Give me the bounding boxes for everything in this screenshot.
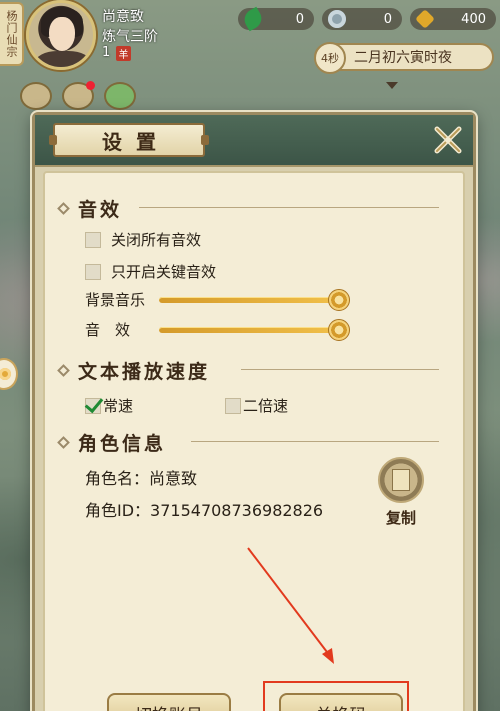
- mute-all-checkbox[interactable]: [85, 231, 101, 248]
- dropdown-arrow-icon[interactable]: [386, 82, 398, 89]
- role-id-line: 角色ID：37154708736982826: [85, 501, 324, 520]
- event-shortcut-icon[interactable]: [62, 81, 95, 110]
- jade-leaf-icon: [240, 6, 266, 32]
- speed-normal-checkbox[interactable]: [85, 397, 101, 414]
- role-name-line: 角色名：尚意致: [85, 469, 198, 488]
- title-plate: 设置: [49, 123, 209, 157]
- spirit-stone-currency[interactable]: 0: [322, 8, 402, 30]
- section-divider: [191, 441, 439, 442]
- text-speed-section-title: 文本播放速度: [57, 357, 210, 384]
- sfx-slider[interactable]: [159, 318, 350, 341]
- dialog-header: 设置: [35, 115, 473, 167]
- speed-normal-option[interactable]: 常速: [85, 395, 133, 416]
- close-button[interactable]: [429, 121, 467, 159]
- player-avatar[interactable]: [26, 0, 96, 70]
- game-time-bar[interactable]: 4秒 二月初六寅时夜: [314, 42, 494, 74]
- player-rank: 炼气三阶: [102, 29, 158, 45]
- switch-account-button[interactable]: 切换账号: [107, 693, 231, 711]
- notification-dot-icon: [86, 81, 95, 90]
- bgm-label: 背景音乐: [85, 291, 146, 309]
- gold-value: 400: [461, 11, 486, 27]
- speed-double-checkbox[interactable]: [225, 397, 241, 414]
- sfx-slider-knob[interactable]: [328, 318, 350, 341]
- settings-shortcut-icon[interactable]: [20, 82, 52, 110]
- copy-id-button[interactable]: 复制: [373, 457, 429, 529]
- speed-double-option[interactable]: 二倍速: [225, 395, 288, 416]
- copy-label: 复制: [385, 509, 416, 527]
- pet-shortcut-icon[interactable]: [104, 82, 136, 110]
- dialog-title: 设置: [102, 129, 170, 154]
- diamond-bullet-icon: [57, 436, 70, 449]
- hud-shortcut-icons: [20, 81, 136, 110]
- bgm-slider-row: 背景音乐: [85, 288, 350, 311]
- sfx-label: 音 效: [85, 321, 131, 339]
- close-icon: [434, 126, 462, 154]
- countdown-timer: 4秒: [314, 42, 346, 74]
- player-level: 1: [102, 45, 111, 60]
- copy-scroll-icon: [378, 457, 424, 503]
- sect-tag[interactable]: 杨门仙宗: [0, 2, 24, 66]
- jade-currency[interactable]: 0: [238, 6, 314, 32]
- role-section-title: 角色信息: [57, 429, 166, 456]
- key-sound-checkbox[interactable]: [85, 263, 101, 280]
- mute-all-option[interactable]: 关闭所有音效: [85, 229, 201, 250]
- settings-panel: 音效 关闭所有音效 只开启关键音效 背景音乐 音 效 文本播放速度 常速 二倍速…: [43, 171, 465, 711]
- gold-currency[interactable]: 400: [410, 8, 496, 30]
- diamond-bullet-icon: [57, 364, 70, 377]
- level-badge: 羊: [116, 46, 131, 61]
- section-divider: [241, 369, 439, 370]
- player-name: 尚意致: [102, 9, 144, 25]
- spirit-stone-icon: [328, 10, 346, 28]
- sfx-slider-row: 音 效: [85, 318, 350, 341]
- spirit-stone-value: 0: [383, 11, 392, 27]
- game-time-text: 二月初六寅时夜: [354, 50, 452, 66]
- key-sound-option[interactable]: 只开启关键音效: [85, 261, 216, 282]
- highlight-box: [263, 681, 409, 711]
- diamond-bullet-icon: [57, 202, 70, 215]
- settings-dialog: 设置 音效 关闭所有音效 只开启关键音效 背景音乐 音 效 文本播放速度 常速 …: [32, 112, 476, 711]
- sound-section-title: 音效: [57, 195, 122, 222]
- bgm-slider-knob[interactable]: [328, 288, 350, 311]
- section-divider: [139, 207, 439, 208]
- gold-ingot-icon: [415, 9, 435, 29]
- bgm-slider[interactable]: [159, 288, 350, 311]
- jade-value: 0: [295, 11, 304, 27]
- sect-name: 杨门仙宗: [5, 10, 18, 58]
